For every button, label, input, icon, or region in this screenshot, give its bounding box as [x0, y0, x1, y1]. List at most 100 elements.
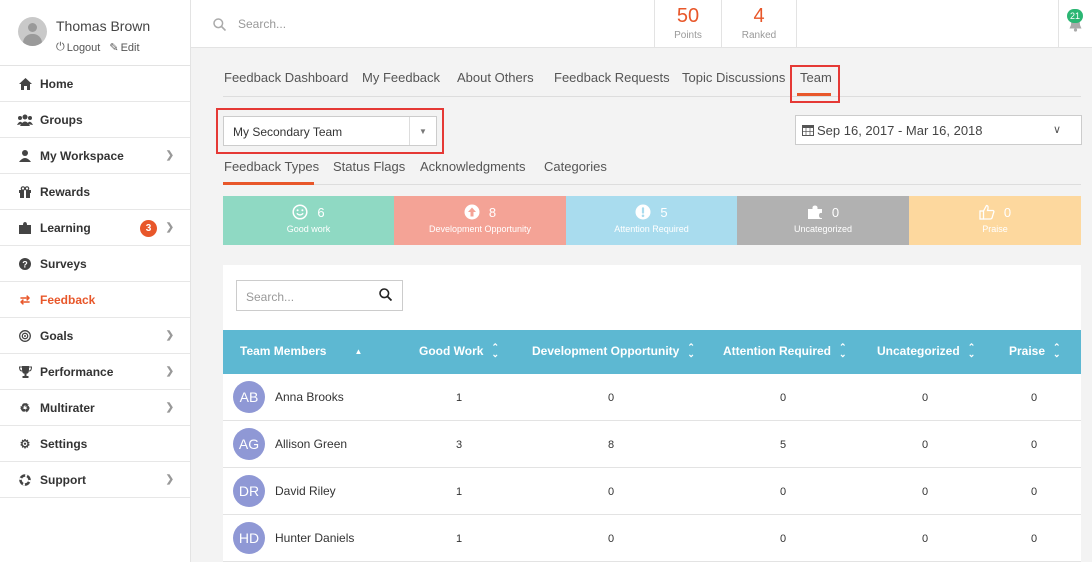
table-row[interactable]: DR David Riley 1 0 0 0 0: [223, 468, 1081, 515]
card-count: 0: [831, 204, 840, 220]
uncategorized-cell: 0: [922, 392, 929, 404]
col-development-opportunity[interactable]: Development Opportunity ⌃ ⌄: [532, 342, 695, 359]
praise-cell: 0: [1031, 439, 1038, 451]
search-icon: [213, 17, 226, 31]
card-development-opportunity[interactable]: 8 Development Opportunity: [394, 196, 566, 245]
sidebar-item-learning[interactable]: Learning 3 ❯: [0, 210, 190, 246]
top-search[interactable]: Search...: [213, 17, 286, 31]
subtab-categories[interactable]: Categories: [544, 159, 614, 174]
subtab-feedback-types[interactable]: Feedback Types: [224, 159, 333, 174]
ranked-stat[interactable]: 4 Ranked: [721, 0, 797, 48]
puzzle-icon: [807, 205, 822, 219]
sidebar-item-support[interactable]: Support ❯: [0, 462, 190, 498]
table-search-input[interactable]: Search...: [246, 290, 294, 304]
chevron-right-icon: ❯: [165, 402, 174, 413]
good-work-cell: 1: [456, 533, 463, 545]
card-label: Development Opportunity: [428, 224, 532, 234]
svg-text:?: ?: [22, 259, 28, 269]
sort-icon: ⌃ ⌄: [687, 342, 695, 359]
points-label: Points: [674, 30, 702, 41]
sidebar-item-surveys[interactable]: ? Surveys: [0, 246, 190, 282]
puzzle-icon: [17, 221, 33, 235]
member-avatar: AG: [233, 428, 265, 460]
good-work-cell: 3: [456, 439, 463, 451]
col-praise[interactable]: Praise ⌃ ⌄: [1009, 343, 1061, 359]
sidebar-item-rewards[interactable]: Rewards: [0, 174, 190, 210]
member-name[interactable]: David Riley: [275, 484, 336, 498]
table-search[interactable]: Search...: [236, 280, 403, 311]
tab-my-feedback[interactable]: My Feedback: [362, 70, 457, 93]
chevron-right-icon: ❯: [165, 150, 174, 161]
caret-down-icon[interactable]: ▼: [409, 117, 436, 145]
smile-icon: [292, 204, 308, 220]
home-icon: [17, 77, 33, 91]
member-name[interactable]: Anna Brooks: [275, 390, 344, 404]
col-attention-required[interactable]: Attention Required ⌃ ⌄: [723, 343, 847, 359]
learning-badge: 3: [140, 220, 157, 237]
table-row[interactable]: AG Allison Green 3 8 5 0 0: [223, 421, 1081, 468]
sidebar-item-home[interactable]: Home: [0, 66, 190, 102]
tab-feedback-requests[interactable]: Feedback Requests: [554, 70, 682, 93]
good-work-cell: 1: [456, 392, 463, 404]
sidebar-item-settings[interactable]: ⚙ Settings: [0, 426, 190, 462]
uncategorized-cell: 0: [922, 486, 929, 498]
points-value: 50: [676, 5, 700, 27]
attention-required-cell: 0: [780, 486, 787, 498]
date-range-picker[interactable]: Sep 16, 2017 - Mar 16, 2018 ∨: [795, 115, 1082, 145]
development-opportunity-cell: 0: [608, 486, 615, 498]
table-row[interactable]: HD Hunter Daniels 1 0 0 0 0: [223, 515, 1081, 562]
logout-link[interactable]: ⏻ Logout: [56, 41, 100, 54]
sort-asc-icon: ▲: [354, 346, 363, 356]
subtabs-divider: [223, 184, 1081, 185]
tab-topic-discussions[interactable]: Topic Discussions: [682, 70, 800, 93]
uncategorized-cell: 0: [922, 533, 929, 545]
col-good-work[interactable]: Good Work ⌃ ⌄: [419, 342, 499, 359]
top-search-input[interactable]: Search...: [238, 17, 286, 31]
sidebar-item-feedback[interactable]: ⇄ Feedback: [0, 282, 190, 318]
recycle-icon: ♻: [19, 400, 31, 415]
sidebar-item-groups[interactable]: Groups: [0, 102, 190, 138]
sidebar-item-multirater[interactable]: ♻ Multirater ❯: [0, 390, 190, 426]
sidebar-item-goals[interactable]: Goals ❯: [0, 318, 190, 354]
sort-icon: ⌃ ⌄: [491, 342, 499, 359]
chevron-right-icon: ❯: [165, 330, 174, 341]
card-praise[interactable]: 0 Praise: [909, 196, 1081, 245]
sidebar-item-performance[interactable]: Performance ❯: [0, 354, 190, 390]
date-range-value: Sep 16, 2017 - Mar 16, 2018: [817, 123, 983, 138]
chevron-down-icon: ∨: [1052, 124, 1061, 136]
users-icon: [17, 113, 33, 127]
team-select[interactable]: My Secondary Team ▼: [223, 116, 437, 146]
col-uncategorized[interactable]: Uncategorized ⌃ ⌄: [877, 343, 975, 359]
tab-feedback-dashboard[interactable]: Feedback Dashboard: [224, 70, 362, 93]
team-select-value: My Secondary Team: [233, 125, 343, 139]
search-icon[interactable]: [379, 288, 392, 301]
gear-icon: ⚙: [19, 436, 31, 451]
subtab-acknowledgments[interactable]: Acknowledgments: [420, 159, 544, 174]
thumbs-up-icon: [979, 204, 995, 220]
points-stat[interactable]: 50 Points: [654, 0, 721, 48]
chevron-right-icon: ❯: [165, 222, 174, 233]
card-uncategorized[interactable]: 0 Uncategorized: [737, 196, 909, 245]
ranked-value: 4: [753, 5, 765, 27]
praise-cell: 0: [1031, 392, 1038, 404]
gift-icon: [17, 185, 33, 199]
main-tabs: Feedback Dashboard My Feedback About Oth…: [224, 70, 840, 93]
pencil-icon: ✎: [109, 42, 119, 54]
edit-link[interactable]: ✎ Edit: [109, 41, 139, 55]
member-name[interactable]: Allison Green: [275, 437, 347, 451]
uncategorized-cell: 0: [922, 439, 929, 451]
member-name[interactable]: Hunter Daniels: [275, 531, 354, 545]
arrow-up-circle-icon: [464, 204, 480, 220]
col-team-members[interactable]: Team Members ▲: [240, 344, 362, 358]
member-avatar: AB: [233, 381, 265, 413]
card-label: Praise: [982, 224, 1008, 234]
tab-about-others[interactable]: About Others: [457, 70, 554, 93]
avatar[interactable]: [18, 17, 47, 46]
lifebuoy-icon: [17, 473, 33, 487]
card-good-work[interactable]: 6 Good work: [223, 196, 394, 245]
card-attention-required[interactable]: 5 Attention Required: [566, 196, 737, 245]
table-row[interactable]: AB Anna Brooks 1 0 0 0 0: [223, 374, 1081, 421]
subtab-status-flags[interactable]: Status Flags: [333, 159, 420, 174]
sidebar-item-my-workspace[interactable]: My Workspace ❯: [0, 138, 190, 174]
notifications-button[interactable]: 21: [1058, 0, 1092, 48]
